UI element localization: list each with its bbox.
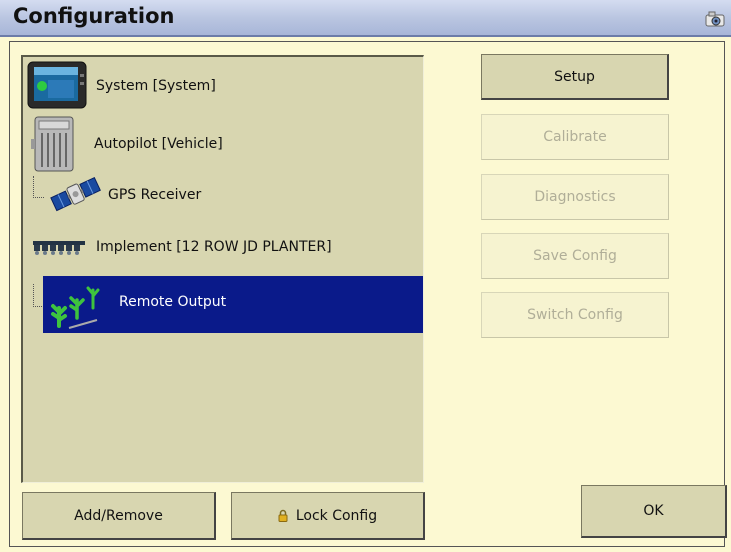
tree-item-gps-receiver[interactable]: GPS Receiver <box>50 174 201 216</box>
ok-button[interactable]: OK <box>581 485 727 538</box>
satellite-icon <box>50 175 102 215</box>
tree-item-label: System [System] <box>96 78 216 94</box>
lock-config-button[interactable]: Lock Config <box>231 492 425 540</box>
tree-connector <box>33 176 44 198</box>
window-title: Configuration <box>13 4 175 28</box>
tree-item-label: Implement [12 ROW JD PLANTER] <box>96 239 332 255</box>
tree-item-label: GPS Receiver <box>108 187 202 203</box>
tree-item-label: Autopilot [Vehicle] <box>94 136 223 152</box>
tree-item-remote-output[interactable]: Remote Output <box>43 276 423 333</box>
tree-item-implement[interactable]: Implement [12 ROW JD PLANTER] <box>32 230 332 264</box>
camera-icon[interactable] <box>705 11 725 31</box>
add-remove-button[interactable]: Add/Remove <box>22 492 216 540</box>
diagnostics-button[interactable]: Diagnostics <box>481 174 669 220</box>
title-bar: Configuration <box>0 0 731 37</box>
lock-config-label: Lock Config <box>295 507 378 524</box>
save-config-button[interactable]: Save Config <box>481 233 669 279</box>
tree-item-autopilot[interactable]: Autopilot [Vehicle] <box>30 115 223 173</box>
display-icon <box>26 60 90 112</box>
calibrate-button[interactable]: Calibrate <box>481 114 669 160</box>
tree-item-label: Remote Output <box>119 293 227 310</box>
crop-plants-icon <box>49 278 105 332</box>
planter-icon <box>32 235 86 259</box>
controller-box-icon <box>30 115 80 173</box>
switch-config-button[interactable]: Switch Config <box>481 292 669 338</box>
tree-item-system[interactable]: System [System] <box>26 58 216 114</box>
setup-button[interactable]: Setup <box>481 54 669 100</box>
lock-icon <box>278 509 288 522</box>
